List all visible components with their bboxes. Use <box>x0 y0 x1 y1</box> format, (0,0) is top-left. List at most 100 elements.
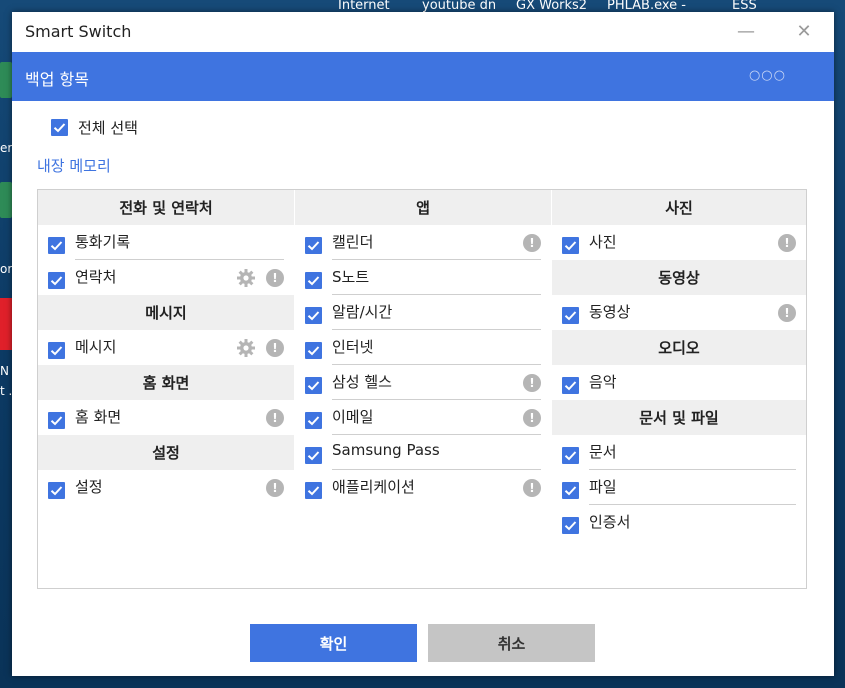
backup-item-row[interactable]: 인증서 <box>552 505 806 540</box>
backup-item-row[interactable]: 홈 화면! <box>38 400 294 435</box>
backup-item-label: 연락처 <box>75 268 117 286</box>
checkbox-checked-icon[interactable] <box>305 482 322 499</box>
backup-item-label: 인터넷 <box>332 338 374 356</box>
checkbox-checked-icon[interactable] <box>305 377 322 394</box>
backup-item-label: 삼성 헬스 <box>332 373 392 391</box>
desktop-spreadsheet-icon[interactable] <box>0 182 12 218</box>
internal-memory-label: 내장 메모리 <box>37 157 111 175</box>
backup-item-row[interactable]: 파일 <box>552 470 806 505</box>
checkbox-checked-icon[interactable] <box>562 237 579 254</box>
backup-item-row[interactable]: 애플리케이션! <box>295 470 551 505</box>
info-icon[interactable]: ! <box>523 479 541 497</box>
column-2: 사진 사진! 동영상 동영상! 오디오 음악 문서 및 파일 문서 파일 인증서 <box>552 190 806 540</box>
section-header: 문서 및 파일 <box>552 400 806 435</box>
checkbox-checked-icon[interactable] <box>305 272 322 289</box>
backup-item-row[interactable]: 삼성 헬스! <box>295 365 551 400</box>
cancel-button[interactable]: 취소 <box>428 624 595 662</box>
backup-item-row[interactable]: S노트 <box>295 260 551 295</box>
header-band: 백업 항목 ○○○ <box>12 52 834 101</box>
section-header: 전화 및 연락처 <box>38 190 294 225</box>
info-icon[interactable]: ! <box>523 409 541 427</box>
backup-item-row[interactable]: 문서 <box>552 435 806 470</box>
smart-switch-window: Smart Switch — ✕ 백업 항목 ○○○ 전체 선택 내장 메모리 … <box>12 12 834 676</box>
desktop-icon-label: N <box>0 364 9 378</box>
backup-item-label: 문서 <box>589 443 617 461</box>
checkbox-checked-icon[interactable] <box>51 118 68 136</box>
section-header: 설정 <box>38 435 294 470</box>
desktop-icon-label: er <box>0 141 13 155</box>
backup-item-label: 사진 <box>589 233 617 251</box>
checkbox-checked-icon[interactable] <box>562 482 579 499</box>
title-bar: Smart Switch — ✕ <box>12 12 834 52</box>
desktop-icon-label: or <box>0 262 13 276</box>
backup-item-label: 통화기록 <box>75 233 131 251</box>
backup-item-label: 홈 화면 <box>75 408 122 426</box>
desktop-app-icon[interactable] <box>0 298 12 350</box>
column-1: 앱 캘린더! S노트 알람/시간 인터넷 삼성 헬스! 이메일! Samsung Pass 애플… <box>295 190 551 505</box>
checkbox-checked-icon[interactable] <box>48 237 65 254</box>
section-header: 오디오 <box>552 330 806 365</box>
info-icon[interactable]: ! <box>266 479 284 497</box>
backup-item-row[interactable]: 동영상! <box>552 295 806 330</box>
checkbox-checked-icon[interactable] <box>305 307 322 324</box>
info-icon[interactable]: ! <box>266 269 284 287</box>
window-title: Smart Switch <box>25 22 132 41</box>
checkbox-checked-icon[interactable] <box>48 482 65 499</box>
section-header: 앱 <box>295 190 551 225</box>
select-all-checkbox[interactable]: 전체 선택 <box>51 116 138 138</box>
backup-item-row[interactable]: 연락처! <box>38 260 294 295</box>
settings-gear-icon[interactable] <box>236 338 256 358</box>
info-icon[interactable]: ! <box>523 234 541 252</box>
section-header: 사진 <box>552 190 806 225</box>
column-0: 전화 및 연락처 통화기록 연락처! 메시지 메시지! 홈 화면 홈 화면! 설정 설정! <box>38 190 294 505</box>
backup-item-label: 파일 <box>589 478 617 496</box>
backup-item-row[interactable]: 캘린더! <box>295 225 551 260</box>
more-options-icon[interactable]: ○○○ <box>749 68 786 83</box>
select-all-label: 전체 선택 <box>78 118 138 137</box>
backup-item-label: 음악 <box>589 373 617 391</box>
minimize-icon[interactable]: — <box>734 20 758 44</box>
backup-item-row[interactable]: 인터넷 <box>295 330 551 365</box>
confirm-button[interactable]: 확인 <box>250 624 417 662</box>
backup-items-panel: 전화 및 연락처 통화기록 연락처! 메시지 메시지! 홈 화면 홈 화면! 설정 설정! 앱 캘린… <box>37 189 807 589</box>
checkbox-checked-icon[interactable] <box>48 272 65 289</box>
backup-item-label: 동영상 <box>589 303 631 321</box>
backup-item-row[interactable]: 설정! <box>38 470 294 505</box>
info-icon[interactable]: ! <box>778 234 796 252</box>
checkbox-checked-icon[interactable] <box>48 412 65 429</box>
backup-item-label: 이메일 <box>332 408 374 426</box>
checkbox-checked-icon[interactable] <box>305 237 322 254</box>
taskbar-labels: Internet youtube dn GX Works2 PHLAB.exe … <box>0 0 845 13</box>
info-icon[interactable]: ! <box>523 374 541 392</box>
settings-gear-icon[interactable] <box>236 268 256 288</box>
backup-item-row[interactable]: 알람/시간 <box>295 295 551 330</box>
backup-item-row[interactable]: 메시지! <box>38 330 294 365</box>
checkbox-checked-icon[interactable] <box>562 377 579 394</box>
checkbox-checked-icon[interactable] <box>305 342 322 359</box>
backup-item-label: Samsung Pass <box>332 441 440 459</box>
checkbox-checked-icon[interactable] <box>562 307 579 324</box>
checkbox-checked-icon[interactable] <box>562 517 579 534</box>
checkbox-checked-icon[interactable] <box>562 447 579 464</box>
close-icon[interactable]: ✕ <box>792 20 816 44</box>
info-icon[interactable]: ! <box>266 409 284 427</box>
checkbox-checked-icon[interactable] <box>305 412 322 429</box>
section-header: 메시지 <box>38 295 294 330</box>
backup-item-label: S노트 <box>332 268 370 286</box>
backup-item-label: 캘린더 <box>332 233 374 251</box>
section-header: 동영상 <box>552 260 806 295</box>
backup-item-label: 알람/시간 <box>332 303 393 321</box>
desktop-spreadsheet-icon[interactable] <box>0 62 12 98</box>
backup-item-row[interactable]: Samsung Pass <box>295 435 551 470</box>
backup-item-label: 메시지 <box>75 338 117 356</box>
header-title: 백업 항목 <box>25 70 89 89</box>
backup-item-row[interactable]: 사진! <box>552 225 806 260</box>
info-icon[interactable]: ! <box>778 304 796 322</box>
backup-item-label: 애플리케이션 <box>332 478 415 496</box>
checkbox-checked-icon[interactable] <box>305 447 322 464</box>
backup-item-row[interactable]: 통화기록 <box>38 225 294 260</box>
backup-item-row[interactable]: 음악 <box>552 365 806 400</box>
backup-item-row[interactable]: 이메일! <box>295 400 551 435</box>
checkbox-checked-icon[interactable] <box>48 342 65 359</box>
info-icon[interactable]: ! <box>266 339 284 357</box>
